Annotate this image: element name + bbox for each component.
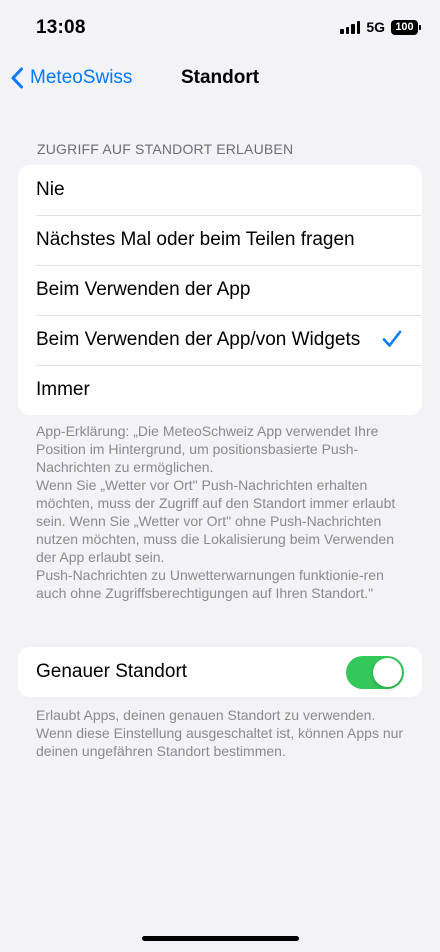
checkmark-icon [382,330,402,347]
precise-location-row: Genauer Standort [18,647,422,697]
precise-location-toggle[interactable] [346,656,404,689]
toggle-knob [373,658,402,687]
option-while-using-app[interactable]: Beim Verwenden der App [18,265,422,315]
page-title: Standort [180,67,260,88]
status-indicators: 5G 100 [340,19,421,35]
option-label: Beim Verwenden der App/von Widgets [36,329,361,350]
network-type: 5G [366,19,385,35]
access-options-list: Nie Nächstes Mal oder beim Teilen fragen… [18,165,422,415]
status-bar: 13:08 5G 100 [0,0,440,56]
option-immer[interactable]: Immer [18,365,422,415]
precise-location-explanation: Erlaubt Apps, deinen genauen Standort zu… [36,707,404,759]
status-time: 13:08 [36,17,86,38]
section-header-access: ZUGRIFF AUF STANDORT ERLAUBEN [37,141,294,157]
option-nie[interactable]: Nie [18,165,422,215]
option-while-using-app-widgets[interactable]: Beim Verwenden der App/von Widgets [18,315,422,365]
option-label: Nie [36,179,65,200]
access-explanation: App-Erklärung: „Die MeteoSchweiz App ver… [36,423,396,601]
precise-location-group: Genauer Standort [18,647,422,697]
battery-icon: 100 [391,19,421,35]
home-indicator[interactable] [142,936,299,941]
option-label: Nächstes Mal oder beim Teilen fragen [36,229,355,250]
cellular-signal-icon [340,20,361,34]
option-label: Beim Verwenden der App [36,279,251,300]
option-ask-next-time[interactable]: Nächstes Mal oder beim Teilen fragen [18,215,422,265]
precise-location-label: Genauer Standort [36,661,188,682]
navigation-bar: MeteoSwiss Standort [0,56,440,100]
option-label: Immer [36,379,90,400]
